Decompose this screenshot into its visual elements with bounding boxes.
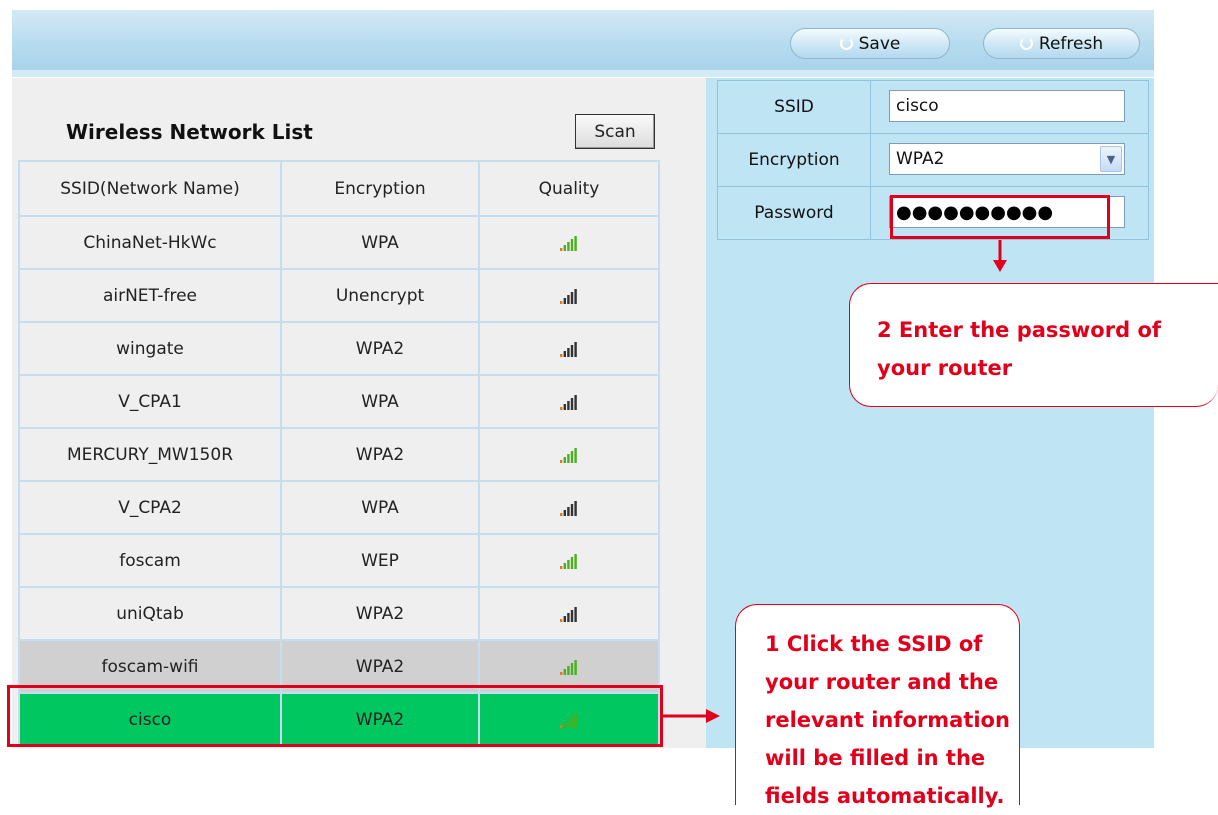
network-ssid[interactable]: foscam [18, 533, 282, 588]
network-encryption: Unencrypt [280, 268, 480, 323]
network-encryption: WEP [280, 533, 480, 588]
network-quality [478, 533, 660, 588]
network-ssid[interactable]: uniQtab [18, 586, 282, 641]
save-button[interactable]: Save [790, 28, 950, 59]
table-row[interactable]: ChinaNet-HkWc WPA [18, 215, 660, 270]
signal-strength-icon [560, 235, 577, 251]
form-row-encryption: Encryption WPA2 ▼ [717, 133, 1149, 187]
password-callout-text: 2 Enter the password of your router [877, 318, 1162, 380]
password-highlight-box [890, 195, 1110, 239]
table-row[interactable]: uniQtab WPA2 [18, 586, 660, 641]
network-ssid[interactable]: V_CPA2 [18, 480, 282, 535]
signal-strength-icon [560, 341, 577, 357]
network-encryption: WPA [280, 480, 480, 535]
password-label: Password [717, 186, 871, 240]
encryption-label: Encryption [717, 133, 871, 187]
refresh-circle-icon [839, 37, 853, 50]
ssid-callout: 1 Click the SSID of your router and the … [735, 604, 1020, 808]
signal-strength-icon [560, 288, 577, 304]
network-ssid[interactable]: airNET-free [18, 268, 282, 323]
network-ssid[interactable]: MERCURY_MW150R [18, 427, 282, 482]
column-header-ssid: SSID(Network Name) [18, 160, 282, 217]
signal-strength-icon [560, 659, 577, 675]
selected-row-highlight-box [7, 685, 663, 747]
refresh-button[interactable]: Refresh [983, 28, 1140, 59]
table-header-row: SSID(Network Name) Encryption Quality [18, 160, 660, 217]
network-quality [478, 374, 660, 429]
network-quality [478, 268, 660, 323]
table-row[interactable]: MERCURY_MW150R WPA2 [18, 427, 660, 482]
table-row[interactable]: V_CPA1 WPA [18, 374, 660, 429]
network-quality [478, 321, 660, 376]
signal-strength-icon [560, 553, 577, 569]
ssid-input[interactable]: cisco [889, 90, 1125, 122]
encryption-select-value: WPA2 [896, 149, 945, 169]
network-encryption: WPA2 [280, 427, 480, 482]
refresh-button-label: Refresh [1038, 33, 1104, 54]
network-quality [478, 427, 660, 482]
chevron-down-icon[interactable]: ▼ [1100, 146, 1122, 172]
column-header-encryption: Encryption [280, 160, 480, 217]
ssid-label: SSID [717, 80, 871, 134]
encryption-cell: WPA2 ▼ [870, 133, 1149, 187]
scan-button[interactable]: Scan [575, 114, 655, 149]
signal-strength-icon [560, 606, 577, 622]
network-quality [478, 586, 660, 641]
scan-button-label: Scan [594, 121, 636, 142]
network-ssid[interactable]: ChinaNet-HkWc [18, 215, 282, 270]
network-ssid[interactable]: V_CPA1 [18, 374, 282, 429]
table-row[interactable]: airNET-free Unencrypt [18, 268, 660, 323]
column-header-quality: Quality [478, 160, 660, 217]
wireless-list-title: Wireless Network List [66, 120, 313, 144]
network-table: SSID(Network Name) Encryption Quality Ch… [18, 160, 660, 747]
network-quality [478, 480, 660, 535]
table-row[interactable]: V_CPA2 WPA [18, 480, 660, 535]
network-quality [478, 215, 660, 270]
network-encryption: WPA2 [280, 321, 480, 376]
signal-strength-icon [560, 500, 577, 516]
signal-strength-icon [560, 447, 577, 463]
network-encryption: WPA2 [280, 586, 480, 641]
form-row-ssid: SSID cisco [717, 80, 1149, 134]
password-callout: 2 Enter the password of your router [849, 283, 1218, 407]
signal-strength-icon [560, 394, 577, 410]
network-ssid[interactable]: wingate [18, 321, 282, 376]
ssid-cell: cisco [870, 80, 1149, 134]
toolbar-divider [12, 70, 1154, 77]
ssid-input-value: cisco [896, 96, 939, 116]
save-button-label: Save [858, 33, 901, 54]
table-row[interactable]: foscam WEP [18, 533, 660, 588]
ssid-callout-text: 1 Click the SSID of your router and the … [765, 632, 1010, 808]
network-encryption: WPA [280, 374, 480, 429]
encryption-select[interactable]: WPA2 ▼ [889, 143, 1125, 175]
table-row[interactable]: wingate WPA2 [18, 321, 660, 376]
refresh-circle-icon [1019, 37, 1033, 50]
network-encryption: WPA [280, 215, 480, 270]
